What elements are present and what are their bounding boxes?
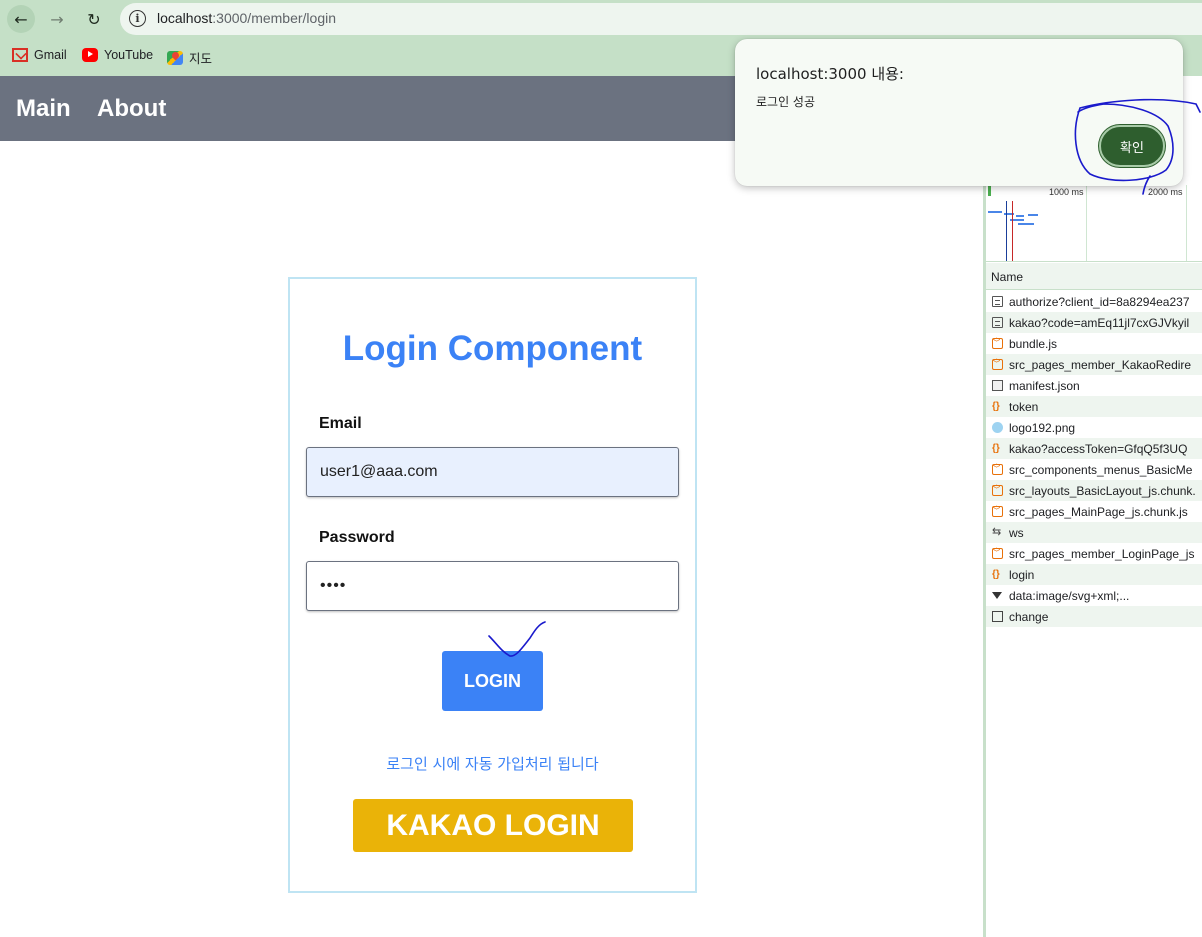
password-label: Password [319,529,395,546]
request-name: data:image/svg+xml;... [1009,588,1130,603]
document-icon [992,296,1003,307]
request-row[interactable]: src_pages_MainPage_js.chunk.js [986,501,1202,522]
request-name: src_pages_member_LoginPage_js [1009,546,1195,561]
request-row[interactable]: src_layouts_BasicLayout_js.chunk. [986,480,1202,501]
request-name: kakao?accessToken=GfqQ5f3UQ [1009,441,1188,456]
nav-about-link[interactable]: About [97,95,166,123]
timeline-divider [1086,185,1087,261]
timeline-divider [1186,185,1187,261]
request-row[interactable]: src_pages_member_LoginPage_js [986,543,1202,564]
auto-signup-message: 로그인 시에 자동 가입처리 됩니다 [386,755,599,773]
document-icon [992,317,1003,328]
request-row[interactable]: authorize?client_id=8a8294ea237 [986,291,1202,312]
request-name: src_components_menus_BasicMe [1009,462,1193,477]
bookmark-youtube[interactable]: YouTube [82,48,153,62]
expand-triangle-icon[interactable] [992,592,1002,599]
timeline-domcontentloaded-line [1006,201,1007,261]
timeline-load-line [1012,201,1013,261]
timeline-bar [1028,214,1038,216]
websocket-icon: ⇆ [992,526,1002,538]
request-row[interactable]: bundle.js [986,333,1202,354]
site-info-icon[interactable]: i [129,10,146,27]
request-row[interactable]: src_pages_member_KakaoRedire [986,354,1202,375]
request-name: change [1009,609,1049,624]
fetch-icon: {} [992,401,1000,412]
address-bar[interactable]: i localhost:3000/member/login [120,3,1202,35]
fetch-icon: {} [992,569,1000,580]
arrow-left-icon[interactable]: ← [7,5,35,33]
image-icon [992,422,1003,433]
checkbox-icon[interactable] [992,611,1003,622]
youtube-icon [82,48,98,62]
request-name: token [1009,399,1039,414]
request-name: src_pages_member_KakaoRedire [1009,357,1192,372]
url-host: localhost [157,10,213,26]
dialog-ok-button[interactable]: 확인 [1099,125,1165,167]
request-row[interactable]: data:image/svg+xml;... [986,585,1202,606]
bookmark-maps[interactable]: 지도 [167,48,212,67]
request-name: kakao?code=amEq11jl7cxGJVkyil [1009,315,1190,330]
kakao-login-button[interactable]: KAKAO LOGIN [353,799,633,852]
alert-dialog: localhost:3000 내용: 로그인 성공 확인 [735,39,1183,186]
request-row[interactable]: ⇆ ws [986,522,1202,543]
url-path: :3000/member/login [212,10,337,26]
browser-toolbar: ← → ↻ i localhost:3000/member/login [0,0,1202,38]
login-button[interactable]: LOGIN [442,651,543,711]
timeline-bar [988,211,1002,213]
page-title: Login Component [342,329,643,368]
script-icon [992,547,1003,559]
dialog-message: 로그인 성공 [756,95,816,109]
timeline-bar [1016,215,1024,217]
request-row[interactable]: src_components_menus_BasicMe [986,459,1202,480]
gmail-icon [12,48,28,62]
request-row[interactable]: change [986,606,1202,627]
request-name: login [1009,567,1035,582]
nav-main-link[interactable]: Main [16,95,71,123]
bookmark-gmail[interactable]: Gmail [12,48,67,62]
request-row[interactable]: manifest.json [986,375,1202,396]
request-list: authorize?client_id=8a8294ea237 kakao?co… [986,291,1202,627]
script-icon [992,484,1003,496]
dialog-title: localhost:3000 내용: [756,65,904,83]
maps-icon [167,50,183,65]
request-row[interactable]: {} kakao?accessToken=GfqQ5f3UQ [986,438,1202,459]
request-row[interactable]: {} token [986,396,1202,417]
script-icon [992,463,1003,475]
request-name: logo192.png [1009,420,1076,435]
bookmark-label: Gmail [34,48,67,62]
timeline-label: 2000 ms [1148,187,1183,197]
script-icon [992,358,1003,370]
name-column-header[interactable]: Name [986,263,1202,290]
url-text[interactable]: localhost:3000/member/login [157,10,336,26]
timeline-marker [988,186,991,196]
request-name: ws [1009,525,1024,540]
timeline-bar [1018,223,1034,225]
fetch-icon: {} [992,443,1000,454]
devtools-network-panel: 1000 ms 2000 ms Name authorize?client_id… [983,141,1202,937]
request-row[interactable]: kakao?code=amEq11jl7cxGJVkyil [986,312,1202,333]
email-field[interactable] [306,447,679,497]
bookmark-label: 지도 [189,52,213,66]
request-name: src_pages_MainPage_js.chunk.js [1009,504,1188,519]
password-field[interactable] [306,561,679,611]
request-name: src_layouts_BasicLayout_js.chunk. [1009,483,1196,498]
email-label: Email [319,415,362,432]
request-name: authorize?client_id=8a8294ea237 [1009,294,1190,309]
script-icon [992,505,1003,517]
script-icon [992,337,1003,349]
request-name: bundle.js [1009,336,1058,351]
reload-icon[interactable]: ↻ [80,5,108,33]
login-card: Login Component Email Password LOGIN 로그인… [288,277,697,893]
manifest-icon [992,380,1003,391]
request-row[interactable]: logo192.png [986,417,1202,438]
request-row[interactable]: {} login [986,564,1202,585]
arrow-right-icon[interactable]: → [43,5,71,33]
bookmark-label: YouTube [104,48,154,62]
request-name: manifest.json [1009,378,1080,393]
timeline-label: 1000 ms [1049,187,1084,197]
